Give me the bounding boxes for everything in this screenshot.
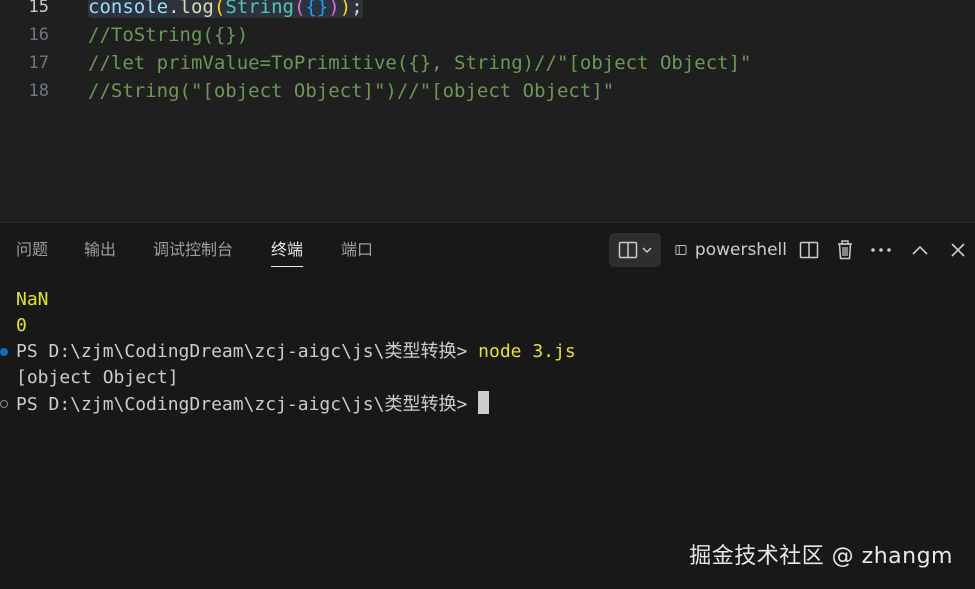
trash-icon	[838, 240, 852, 260]
more-actions-button[interactable]	[867, 233, 895, 267]
chevron-up-icon	[912, 245, 928, 255]
code-line-16[interactable]: 16 //ToString({})	[0, 21, 975, 49]
tab-problems[interactable]: 问题	[16, 240, 48, 260]
code-line-15[interactable]: 15 console.log(String({}));	[0, 0, 975, 21]
command: node 3.js	[478, 341, 576, 362]
prompt: PS D:\zjm\CodingDream\zcj-aigc\js\类型转换>	[16, 341, 479, 362]
terminal-icon	[675, 245, 687, 255]
command-pending-decoration[interactable]	[0, 400, 8, 408]
tab-output[interactable]: 输出	[84, 240, 116, 260]
split-layout-icon	[618, 241, 637, 259]
split-terminal-button[interactable]	[795, 233, 823, 267]
line-number: 18	[28, 81, 49, 101]
code-comment[interactable]: //let primValue=ToPrimitive({}, String)/…	[88, 49, 751, 77]
split-terminal-icon	[799, 241, 819, 259]
maximize-panel-button[interactable]	[907, 233, 933, 267]
tab-debug-console[interactable]: 调试控制台	[153, 240, 233, 260]
terminal-prompt-line: PS D:\zjm\CodingDream\zcj-aigc\js\类型转换> …	[16, 339, 576, 365]
more-icon	[871, 248, 891, 252]
code-line-18[interactable]: 18 //String("[object Object]")//"[object…	[0, 77, 975, 105]
terminal-cursor	[478, 391, 490, 414]
terminal-line: NaN	[16, 289, 49, 310]
code-line-17[interactable]: 17 //let primValue=ToPrimitive({}, Strin…	[0, 49, 975, 77]
code-comment[interactable]: //String("[object Object]")//"[object Ob…	[88, 77, 614, 105]
line-number: 17	[28, 53, 49, 73]
terminal-line: 0	[16, 315, 27, 336]
code-editor[interactable]: 15 console.log(String({})); 16 //ToStrin…	[0, 0, 975, 222]
terminal-instance[interactable]: powershell	[675, 233, 787, 267]
prompt: PS D:\zjm\CodingDream\zcj-aigc\js\类型转换>	[16, 394, 479, 415]
panel-tabs: 问题 输出 调试控制台 终端 端口	[0, 223, 600, 277]
code-comment[interactable]: //ToString({})	[88, 21, 248, 49]
command-success-decoration[interactable]	[0, 348, 8, 356]
tab-terminal[interactable]: 终端	[271, 240, 304, 267]
tab-terminal-label: 终端	[271, 240, 304, 259]
chevron-down-icon	[641, 247, 652, 254]
code-text[interactable]: console.log(String({}));	[88, 0, 363, 21]
terminal-line: [object Object]	[16, 367, 179, 388]
panel-actions: powershell	[605, 233, 975, 267]
terminal-name: powershell	[694, 240, 787, 260]
line-number: 16	[28, 25, 49, 45]
active-tab-indicator	[271, 266, 304, 267]
tab-ports[interactable]: 端口	[341, 240, 373, 260]
terminal-prompt-line: PS D:\zjm\CodingDream\zcj-aigc\js\类型转换>	[16, 391, 490, 418]
watermark: 掘金技术社区 @ zhangm	[689, 544, 953, 569]
line-number: 15	[28, 0, 49, 17]
close-panel-button[interactable]	[945, 233, 971, 267]
kill-terminal-button[interactable]	[831, 233, 859, 267]
layout-dropdown-button[interactable]	[609, 233, 661, 267]
close-icon	[951, 243, 965, 257]
bottom-panel: 问题 输出 调试控制台 终端 端口 powershell NaN 0 PS D:…	[0, 222, 975, 589]
